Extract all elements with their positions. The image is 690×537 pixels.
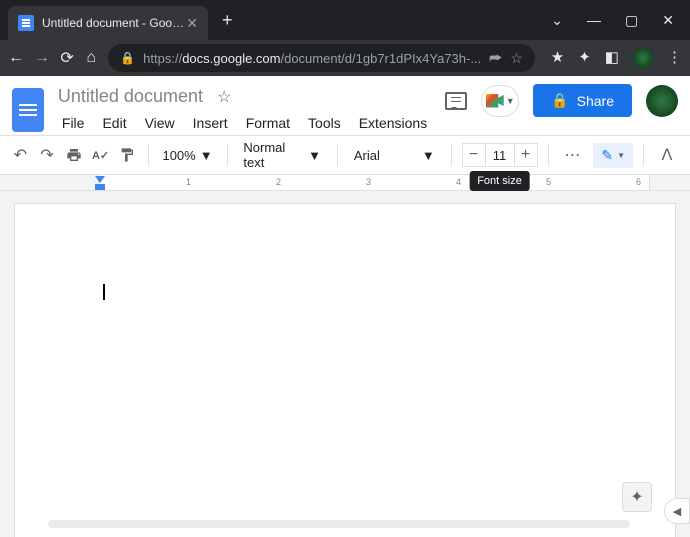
close-window-icon[interactable]: ✕ xyxy=(662,12,674,29)
menu-edit[interactable]: Edit xyxy=(94,111,134,135)
chevron-down-icon: ▼ xyxy=(308,148,321,163)
doc-name-input[interactable]: Untitled document xyxy=(54,84,207,109)
text-cursor xyxy=(103,284,105,300)
account-avatar[interactable] xyxy=(646,85,678,117)
meet-button[interactable]: ▼ xyxy=(481,85,519,117)
docs-header: Untitled document ☆ File Edit View Inser… xyxy=(0,76,690,135)
print-icon[interactable] xyxy=(63,142,84,168)
share-button[interactable]: 🔒 Share xyxy=(533,84,632,117)
puzzle-icon[interactable]: ✦ xyxy=(578,48,591,68)
profile-avatar-small[interactable] xyxy=(633,48,653,68)
zoom-value: 100% xyxy=(162,148,195,163)
font-family-select[interactable]: Arial ▼ xyxy=(348,148,441,163)
comment-history-icon[interactable] xyxy=(445,92,467,110)
docs-favicon xyxy=(18,15,34,31)
undo-icon[interactable]: ↶ xyxy=(10,142,31,168)
browser-tab[interactable]: Untitled document - Google Doc ✕ xyxy=(8,6,208,40)
menu-format[interactable]: Format xyxy=(238,111,298,135)
side-panel-expand-button[interactable]: ◀ xyxy=(664,498,690,524)
ruler[interactable]: 1 2 3 4 5 6 xyxy=(0,175,690,191)
chevron-down-icon: ▼ xyxy=(617,151,625,160)
docs-logo-icon[interactable] xyxy=(12,88,44,132)
document-workspace xyxy=(0,191,690,537)
reload-icon[interactable]: ⟳ xyxy=(60,48,74,68)
window-controls: ⌄ — ▢ ✕ xyxy=(551,12,690,29)
menu-bar: File Edit View Insert Format Tools Exten… xyxy=(54,111,435,135)
collapse-toolbar-icon[interactable]: ᐱ xyxy=(654,142,680,168)
menu-extensions[interactable]: Extensions xyxy=(351,111,435,135)
chevron-down-icon: ▼ xyxy=(506,96,515,106)
forward-icon[interactable]: → xyxy=(34,49,50,67)
extensions-icon[interactable]: ★ xyxy=(551,48,564,68)
pencil-icon: ✎ xyxy=(601,147,613,164)
menu-tools[interactable]: Tools xyxy=(300,111,349,135)
horizontal-scrollbar[interactable] xyxy=(48,520,630,528)
meet-camera-icon xyxy=(486,94,504,108)
indent-marker-top-icon[interactable] xyxy=(95,176,105,183)
document-page[interactable] xyxy=(14,203,676,537)
url-text: https://docs.google.com/document/d/1gb7r… xyxy=(143,51,481,66)
browser-menu-icon[interactable]: ⋮ xyxy=(667,48,682,68)
more-tools-button[interactable]: ⋯ xyxy=(558,145,587,165)
font-size-input[interactable]: 11 xyxy=(486,143,514,167)
chevron-down-icon: ▼ xyxy=(200,148,213,163)
font-size-increase-button[interactable]: + xyxy=(514,143,538,167)
browser-urlbar: ← → ⟳ ⌂ 🔒 https://docs.google.com/docume… xyxy=(0,40,690,76)
tab-title: Untitled document - Google Doc xyxy=(42,16,186,30)
lock-icon: 🔒 xyxy=(120,51,135,65)
maximize-icon[interactable]: ▢ xyxy=(625,12,638,29)
panel-icon[interactable]: ◧ xyxy=(605,48,619,68)
url-field[interactable]: 🔒 https://docs.google.com/document/d/1gb… xyxy=(108,44,535,72)
bookmark-star-icon[interactable]: ☆ xyxy=(510,50,523,67)
share-label: Share xyxy=(577,93,614,109)
browser-titlebar: Untitled document - Google Doc ✕ + ⌄ — ▢… xyxy=(0,0,690,40)
zoom-select[interactable]: 100% ▼ xyxy=(158,148,216,163)
share-url-icon[interactable]: ⮫ xyxy=(489,50,502,67)
spellcheck-icon[interactable]: A✓ xyxy=(90,142,111,168)
tooltip: Font size xyxy=(469,171,530,191)
editing-mode-button[interactable]: ✎ ▼ xyxy=(593,143,633,168)
minimize-icon[interactable]: — xyxy=(587,12,601,29)
paragraph-style-select[interactable]: Normal text ▼ xyxy=(237,140,327,170)
paint-format-icon[interactable] xyxy=(117,142,138,168)
menu-insert[interactable]: Insert xyxy=(185,111,236,135)
close-tab-icon[interactable]: ✕ xyxy=(186,15,198,32)
font-size-decrease-button[interactable]: − xyxy=(462,143,486,167)
style-value: Normal text xyxy=(243,140,290,170)
back-icon[interactable]: ← xyxy=(8,49,24,67)
lock-icon: 🔒 xyxy=(551,92,568,109)
font-size-control: − 11 + Font size xyxy=(462,143,538,167)
explore-button[interactable]: ✦ xyxy=(622,482,652,512)
redo-icon[interactable]: ↷ xyxy=(37,142,58,168)
star-icon[interactable]: ☆ xyxy=(217,87,231,107)
menu-view[interactable]: View xyxy=(137,111,183,135)
home-icon[interactable]: ⌂ xyxy=(84,49,98,67)
chevron-down-icon[interactable]: ⌄ xyxy=(551,12,563,29)
font-value: Arial xyxy=(354,148,380,163)
chevron-down-icon: ▼ xyxy=(422,148,435,163)
toolbar: ↶ ↷ A✓ 100% ▼ Normal text ▼ Arial ▼ − 11… xyxy=(0,135,690,175)
new-tab-button[interactable]: + xyxy=(222,10,233,31)
menu-file[interactable]: File xyxy=(54,111,93,135)
indent-marker-bottom-icon[interactable] xyxy=(95,184,105,190)
